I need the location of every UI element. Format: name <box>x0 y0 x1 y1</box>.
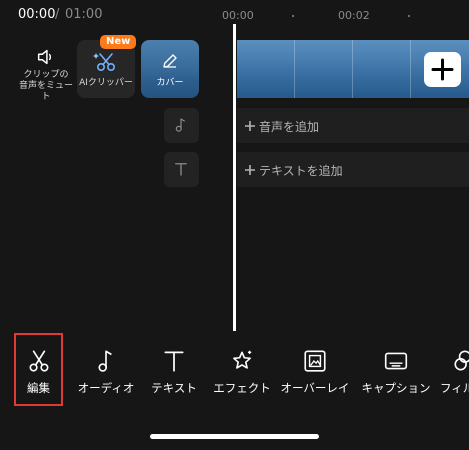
ruler-dot <box>292 15 294 17</box>
tool-effect[interactable]: エフェクト <box>210 348 274 396</box>
tool-audio[interactable]: オーディオ <box>74 348 138 396</box>
add-clip-button[interactable] <box>424 52 461 87</box>
cover-button[interactable]: カバー <box>141 40 199 98</box>
mute-clip-audio-button[interactable]: クリップの 音声をミュート <box>18 40 74 102</box>
new-badge: New <box>100 35 137 49</box>
frame-divider <box>410 40 411 98</box>
caption-icon <box>384 352 408 370</box>
tool-label: エフェクト <box>213 381 271 395</box>
tool-label: オーディオ <box>77 381 135 395</box>
home-indicator[interactable] <box>150 434 319 439</box>
mute-label-line1: クリップの <box>23 70 69 80</box>
ai-scissors-icon <box>93 53 116 72</box>
tool-label: オーバーレイ <box>280 381 350 395</box>
ruler-label-0: 00:00 <box>222 9 254 22</box>
plus-small-icon <box>245 121 255 131</box>
add-text-label: テキストを追加 <box>259 164 343 178</box>
tool-filter[interactable]: フィル <box>440 348 469 396</box>
tool-caption[interactable]: キャプション <box>358 348 434 396</box>
tool-edit[interactable]: 編集 <box>14 348 63 396</box>
tool-label: テキスト <box>151 381 197 395</box>
add-text-track[interactable]: テキストを追加 <box>237 152 469 187</box>
cover-label: カバー <box>156 78 184 88</box>
scissors-icon <box>29 350 48 372</box>
plus-icon <box>431 58 454 81</box>
add-audio-label: 音声を追加 <box>259 120 320 134</box>
add-audio-track[interactable]: 音声を追加 <box>237 108 469 143</box>
current-time: 00:00 <box>18 7 56 22</box>
text-track-icon-box <box>164 152 199 187</box>
tool-text[interactable]: テキスト <box>146 348 202 396</box>
audio-track-icon-box <box>164 108 199 143</box>
music-note-small-icon <box>175 118 186 132</box>
tool-label: フィル <box>440 381 469 395</box>
ai-clipper-label: AIクリッパー <box>79 78 133 88</box>
ruler-dot <box>408 15 410 17</box>
total-time: 01:00 <box>65 7 103 22</box>
overlay-icon <box>304 350 326 372</box>
speaker-icon <box>37 49 52 65</box>
tool-label: キャプション <box>361 381 431 395</box>
ruler-label-2: 00:02 <box>338 9 370 22</box>
pencil-icon <box>163 54 177 68</box>
time-separator: / <box>55 7 60 22</box>
frame-divider <box>294 40 295 98</box>
star-sparkle-icon <box>233 350 252 369</box>
plus-small-icon <box>245 165 255 175</box>
frame-divider <box>352 40 353 98</box>
tool-overlay[interactable]: オーバーレイ <box>279 348 351 396</box>
tool-label: 編集 <box>27 381 50 395</box>
music-note-icon <box>98 350 112 372</box>
filter-icon <box>454 350 469 371</box>
text-icon <box>164 351 184 372</box>
mute-label-line2: 音声をミュート <box>18 81 73 102</box>
text-small-icon <box>175 163 187 176</box>
playhead[interactable] <box>233 24 236 331</box>
